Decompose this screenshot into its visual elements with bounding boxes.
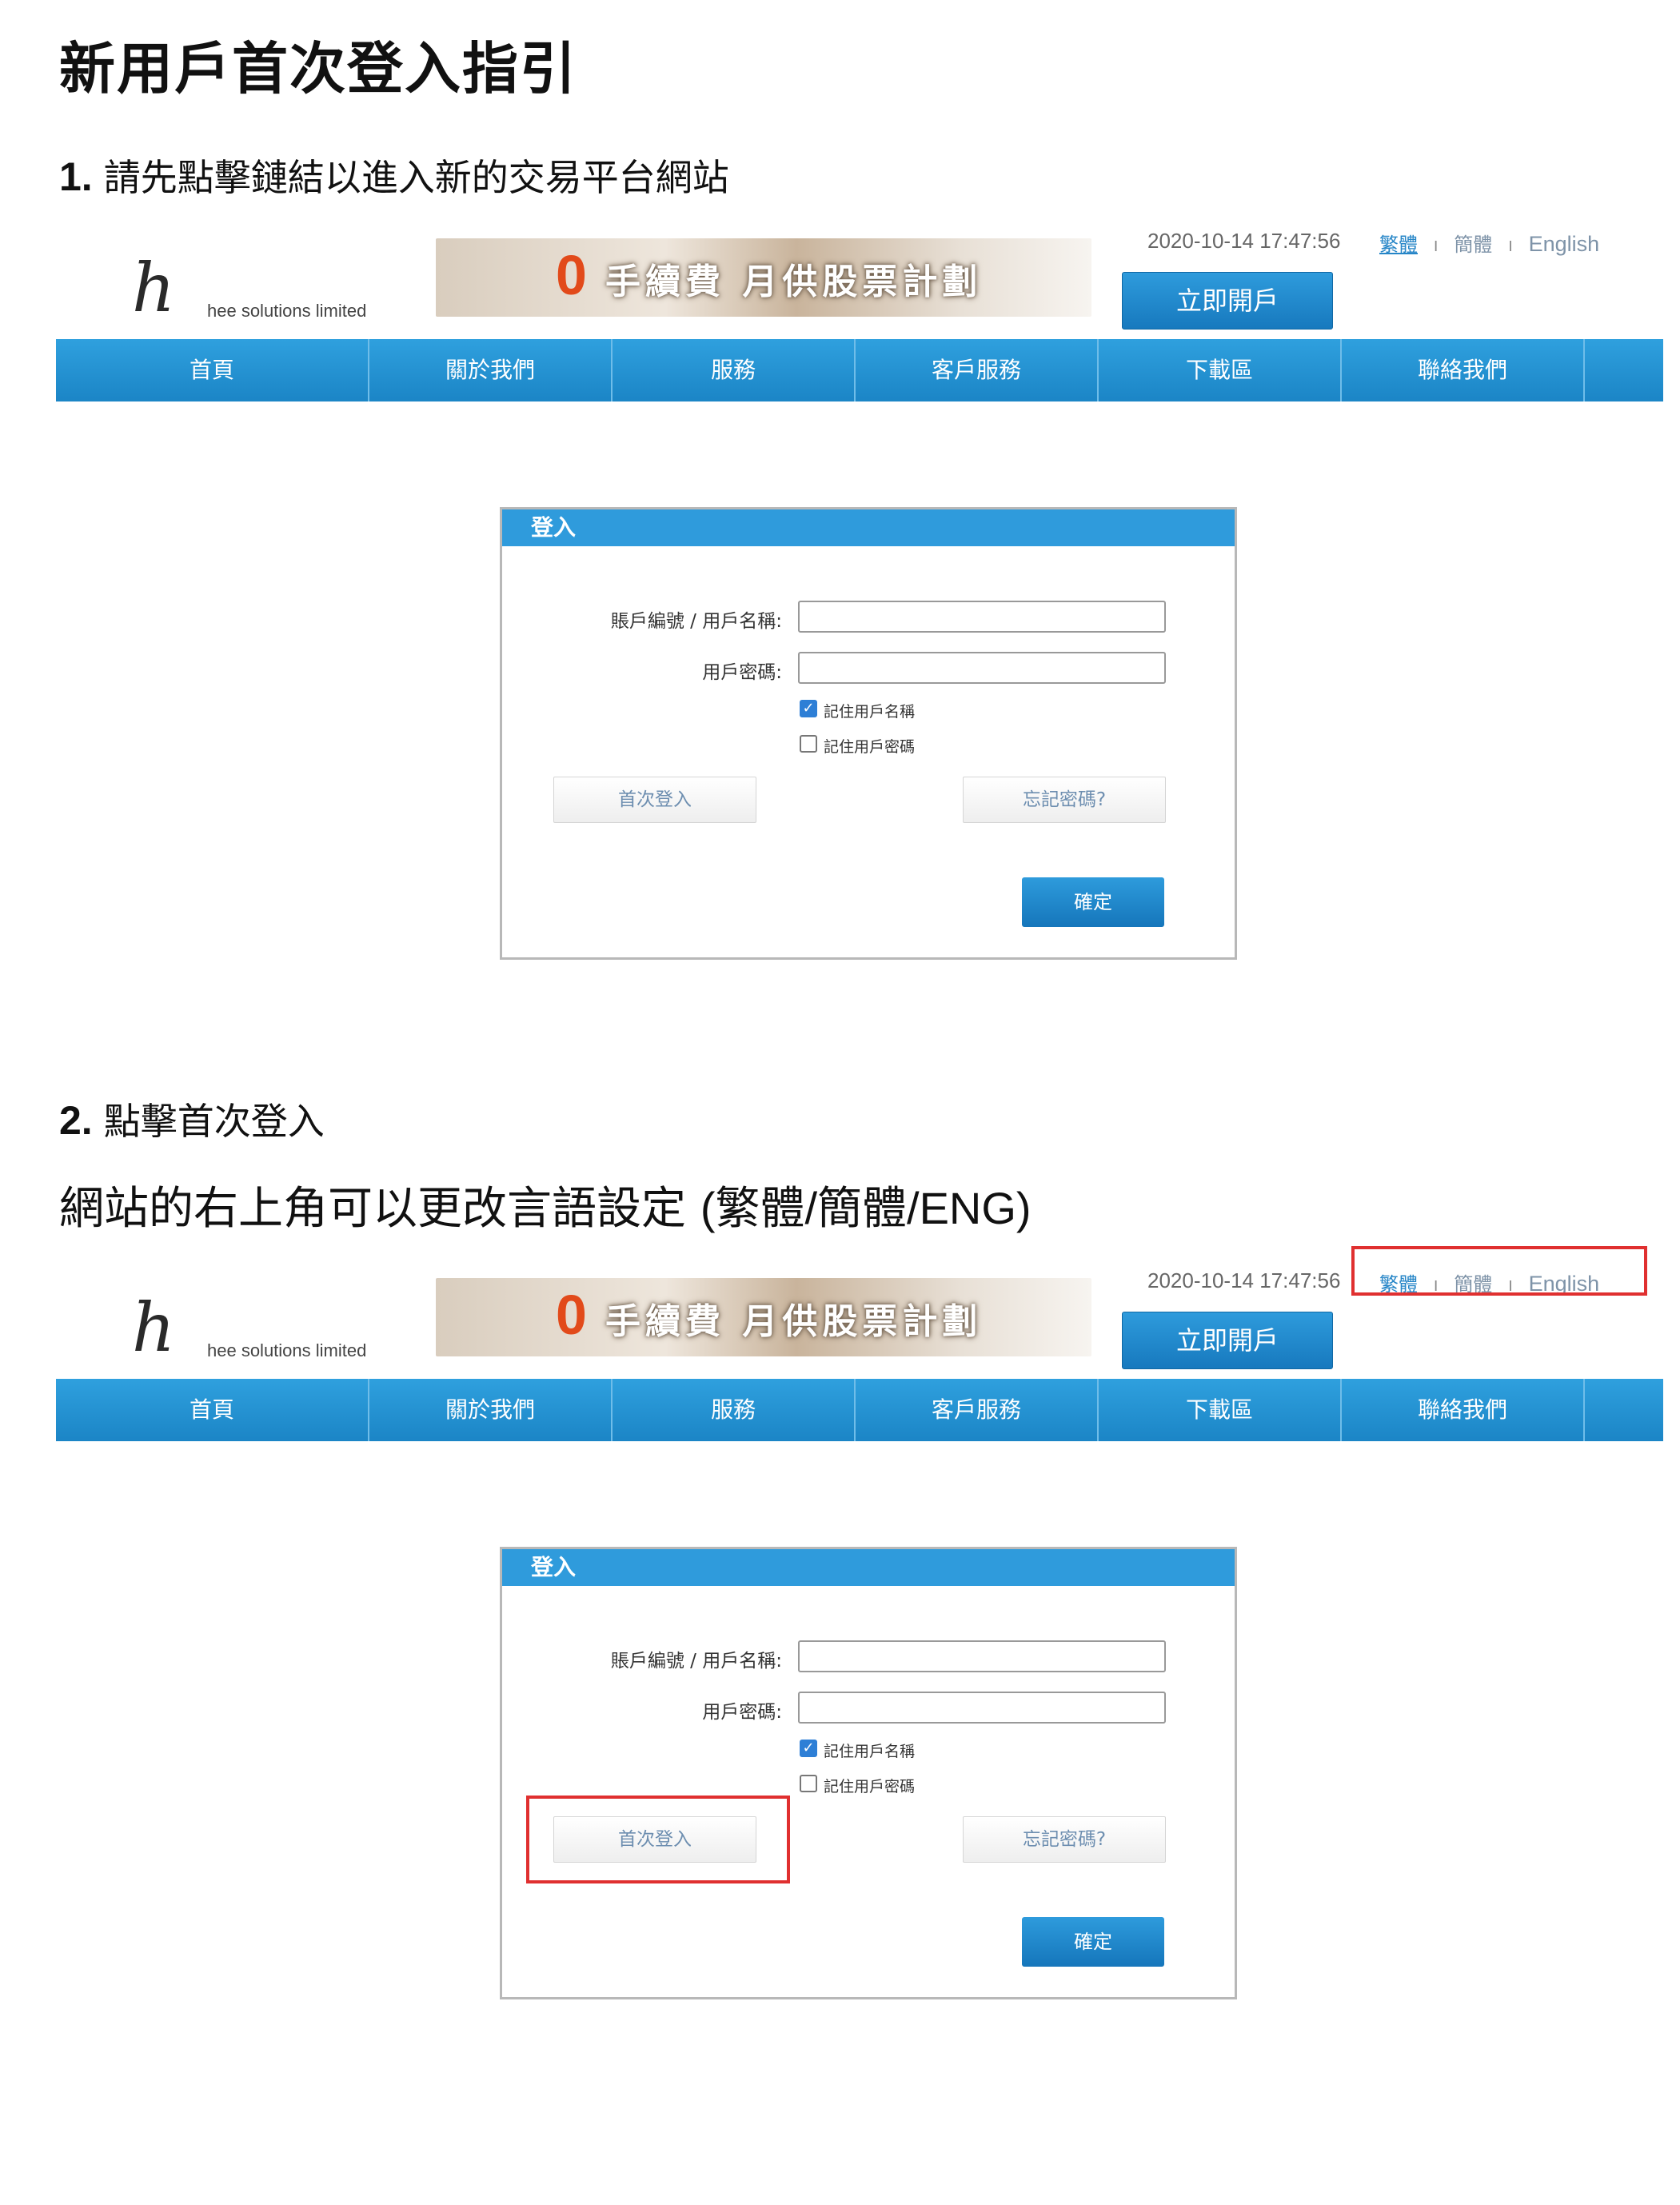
login-title: 登入 xyxy=(502,509,1235,546)
language-note: 網站的右上角可以更改言語設定 (繁體/簡體/ENG) xyxy=(59,1172,1032,1237)
datetime: 2020-10-14 17:47:56 xyxy=(1147,229,1341,253)
nav-item-customer-service[interactable]: 客戶服務 xyxy=(856,1379,1099,1441)
logo-mark: h xyxy=(132,1288,176,1367)
site-screenshot-1: h hee solutions limited 0 手續費 月供股票計劃 202… xyxy=(56,229,1679,1070)
main-nav: 首頁 關於我們 服務 客戶服務 下載區 聯絡我們 xyxy=(56,1379,1663,1441)
account-label: 賬戶編號 / 用戶名稱: xyxy=(610,611,782,632)
step-1-text: 請先點擊鏈結以進入新的交易平台網站 xyxy=(103,156,729,199)
remember-password-checkbox[interactable] xyxy=(800,1775,817,1792)
password-label: 用戶密碼: xyxy=(702,1702,782,1723)
step-2: 2. 點擊首次登入 xyxy=(59,1093,325,1145)
step-1-number: 1. xyxy=(59,154,93,199)
remember-password-label: 記住用戶密碼 xyxy=(824,738,916,756)
lang-separator: I xyxy=(1434,238,1439,255)
open-account-button[interactable]: 立即開戶 xyxy=(1122,1312,1333,1369)
forgot-password-button[interactable]: 忘記密碼? xyxy=(963,777,1166,823)
first-login-highlight-box xyxy=(526,1796,790,1883)
banner-text: 手續費 月供股票計劃 xyxy=(605,262,983,302)
nav-item-services[interactable]: 服務 xyxy=(613,1379,856,1441)
nav-item-about[interactable]: 關於我們 xyxy=(369,1379,613,1441)
forgot-password-button[interactable]: 忘記密碼? xyxy=(963,1816,1166,1863)
logo-text: hee solutions limited xyxy=(207,301,367,321)
remember-password-checkbox[interactable] xyxy=(800,735,817,753)
confirm-button[interactable]: 確定 xyxy=(1022,1917,1164,1967)
nav-item-services[interactable]: 服務 xyxy=(613,339,856,401)
remember-user-label: 記住用戶名稱 xyxy=(824,703,916,721)
language-switcher: 繁體 I 簡體 I English xyxy=(1379,229,1599,257)
login-title: 登入 xyxy=(502,1549,1235,1586)
promo-banner[interactable]: 0 手續費 月供股票計劃 xyxy=(436,1278,1091,1356)
login-panel: 登入 賬戶編號 / 用戶名稱: 用戶密碼: ✓ 記住用戶名稱 記住用戶密碼 首次… xyxy=(500,507,1237,960)
main-nav: 首頁 關於我們 服務 客戶服務 下載區 聯絡我們 xyxy=(56,339,1663,401)
lang-separator: I xyxy=(1508,238,1513,255)
remember-password-label: 記住用戶密碼 xyxy=(824,1778,916,1796)
nav-item-contact[interactable]: 聯絡我們 xyxy=(1342,339,1585,401)
confirm-button[interactable]: 確定 xyxy=(1022,877,1164,927)
step-1: 1. 請先點擊鏈結以進入新的交易平台網站 xyxy=(59,149,729,202)
step-2-number: 2. xyxy=(59,1098,93,1143)
language-note-text: 網站的右上角可以更改言語設定 xyxy=(59,1183,686,1235)
lang-english-link[interactable]: English xyxy=(1529,232,1600,256)
account-input[interactable] xyxy=(798,601,1166,633)
first-login-button[interactable]: 首次登入 xyxy=(553,777,756,823)
language-highlight-box xyxy=(1351,1246,1647,1296)
open-account-button[interactable]: 立即開戶 xyxy=(1122,272,1333,330)
nav-item-home[interactable]: 首頁 xyxy=(56,1379,369,1441)
logo-mark: h xyxy=(132,249,176,327)
nav-item-downloads[interactable]: 下載區 xyxy=(1099,339,1342,401)
banner-text: 手續費 月供股票計劃 xyxy=(605,1301,983,1342)
company-logo: h hee solutions limited xyxy=(132,1294,404,1374)
remember-user-checkbox[interactable]: ✓ xyxy=(800,1740,817,1757)
nav-item-contact[interactable]: 聯絡我們 xyxy=(1342,1379,1585,1441)
promo-banner[interactable]: 0 手續費 月供股票計劃 xyxy=(436,238,1091,317)
nav-item-home[interactable]: 首頁 xyxy=(56,339,369,401)
step-2-text: 點擊首次登入 xyxy=(103,1100,325,1143)
remember-user-checkbox[interactable]: ✓ xyxy=(800,700,817,717)
banner-zero: 0 xyxy=(556,244,587,306)
lang-simplified-link[interactable]: 簡體 xyxy=(1454,234,1492,256)
banner-zero: 0 xyxy=(556,1284,587,1346)
logo-text: hee solutions limited xyxy=(207,1340,367,1360)
nav-item-about[interactable]: 關於我們 xyxy=(369,339,613,401)
account-label: 賬戶編號 / 用戶名稱: xyxy=(610,1651,782,1672)
password-input[interactable] xyxy=(798,1692,1166,1724)
nav-item-customer-service[interactable]: 客戶服務 xyxy=(856,339,1099,401)
nav-item-downloads[interactable]: 下載區 xyxy=(1099,1379,1342,1441)
remember-user-label: 記住用戶名稱 xyxy=(824,1743,916,1760)
password-label: 用戶密碼: xyxy=(702,662,782,683)
site-screenshot-2: h hee solutions limited 0 手續費 月供股票計劃 202… xyxy=(56,1246,1679,2110)
password-input[interactable] xyxy=(798,652,1166,684)
login-panel: 登入 賬戶編號 / 用戶名稱: 用戶密碼: ✓ 記住用戶名稱 記住用戶密碼 首次… xyxy=(500,1547,1237,1999)
page-title: 新用戶首次登入指引 xyxy=(59,36,577,102)
lang-traditional-link[interactable]: 繁體 xyxy=(1379,234,1418,256)
company-logo: h hee solutions limited xyxy=(132,254,404,334)
account-input[interactable] xyxy=(798,1640,1166,1672)
language-note-options: (繁體/簡體/ENG) xyxy=(700,1183,1032,1233)
datetime: 2020-10-14 17:47:56 xyxy=(1147,1268,1341,1292)
